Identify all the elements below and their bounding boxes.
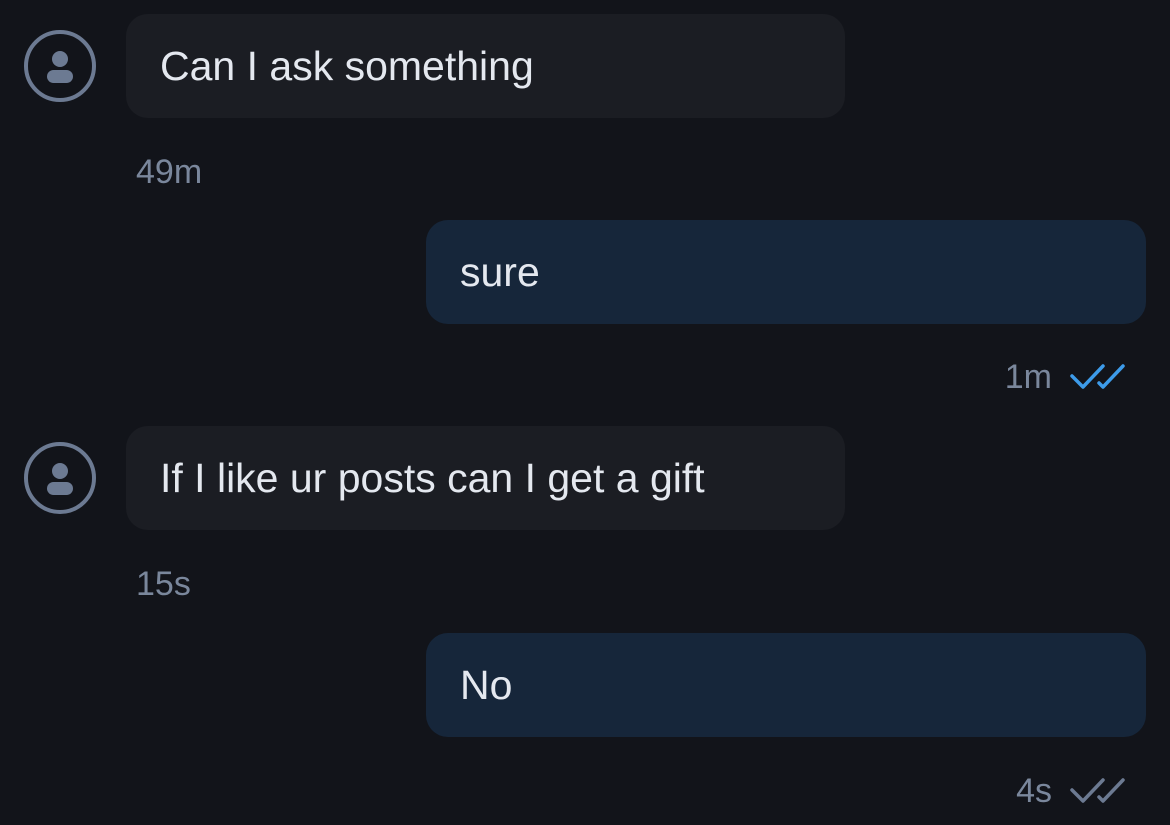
double-check-delivered-icon [1070,776,1134,806]
message-bubble-outgoing[interactable]: No [426,633,1146,737]
message-bubble-incoming[interactable]: Can I ask something [126,14,845,118]
user-avatar-icon[interactable] [24,30,96,102]
message-bubble-incoming[interactable]: If I like ur posts can I get a gift [126,426,845,530]
double-check-read-icon [1070,362,1134,392]
message-bubble-outgoing[interactable]: sure [426,220,1146,324]
chat-thread: Can I ask something 49m sure 1m If I lik… [0,0,1170,825]
message-timestamp: 4s [1016,772,1052,810]
user-avatar-icon[interactable] [24,442,96,514]
message-meta: 4s [1016,774,1134,808]
message-timestamp: 49m [136,153,203,191]
message-timestamp: 15s [136,565,191,603]
message-timestamp: 1m [1004,358,1052,396]
message-meta: 1m [1005,360,1134,394]
